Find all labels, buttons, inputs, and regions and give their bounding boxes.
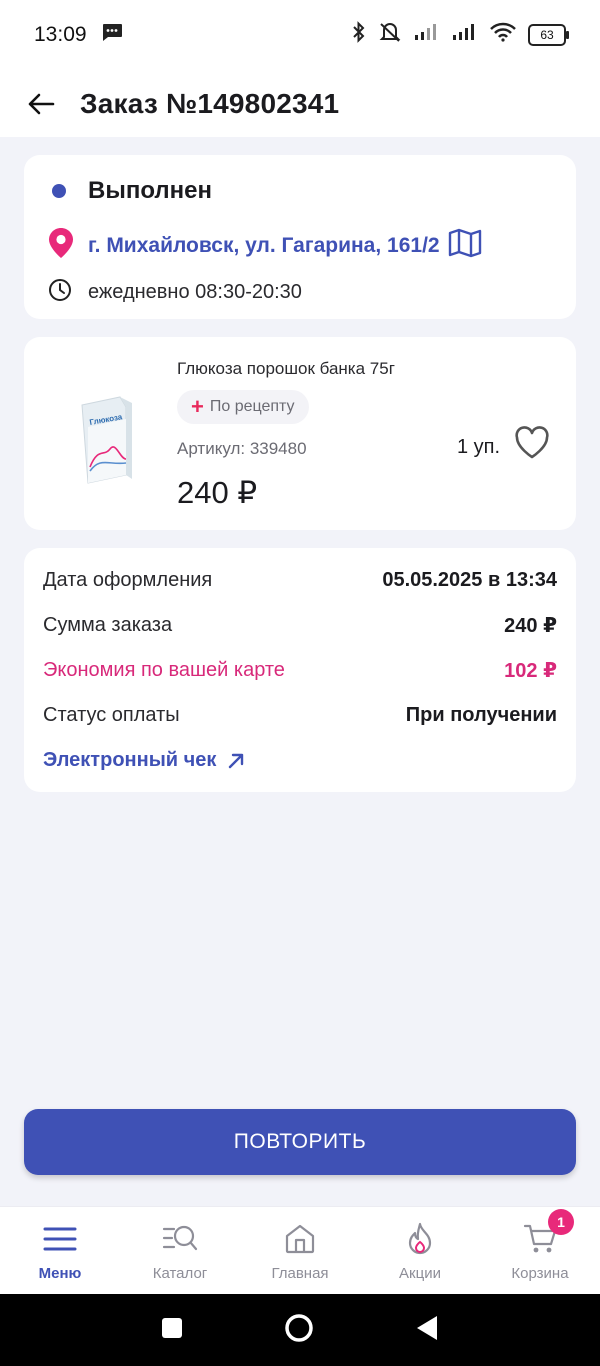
status-time: 13:09 [34,23,87,46]
back-button[interactable] [26,89,56,119]
payment-label: Статус оплаты [43,704,180,726]
nav-item-cart[interactable]: 1 Корзина [485,1208,595,1282]
nav-label-promotions: Акции [399,1264,441,1282]
external-link-arrow-icon [229,753,244,768]
nav-item-menu[interactable]: Меню [5,1221,115,1282]
cart-badge: 1 [548,1208,574,1235]
wifi-icon [490,22,516,48]
mute-icon [378,21,402,49]
home-icon [285,1224,315,1253]
sum-value: 240 ₽ [504,615,557,637]
order-status-card: Выполнен г. Михайловск, ул. Гагарина, 16… [24,155,576,319]
order-status: Выполнен [88,177,212,204]
detail-row-sum: Сумма заказа 240 ₽ [43,603,557,648]
product-image[interactable]: Глюкоза [68,367,168,497]
catalog-search-icon [162,1225,198,1250]
savings-value: 102 ₽ [504,660,557,682]
message-icon [101,23,123,47]
pharmacy-hours: ежедневно 08:30-20:30 [88,281,302,303]
app-header: Заказ №149802341 [0,70,600,137]
nav-label-menu: Меню [38,1264,82,1282]
map-icon[interactable] [448,228,482,263]
heart-icon [515,426,549,459]
e-receipt-label: Электронный чек [43,749,217,771]
detail-row-savings: Экономия по вашей карте 102 ₽ [43,648,557,693]
clock-icon [48,278,72,307]
bottom-nav: Меню Каталог Главная Акции 1 Корзина [0,1206,600,1295]
plus-icon: + [191,394,204,419]
product-quantity: 1 уп. [457,436,501,458]
home-system-button[interactable] [284,1313,314,1348]
savings-label: Экономия по вашей карте [43,659,285,681]
triangle-back-icon [417,1315,438,1340]
nav-item-catalog[interactable]: Каталог [125,1221,235,1282]
back-system-button[interactable] [415,1315,439,1346]
recent-apps-button[interactable] [161,1317,183,1344]
nav-item-promotions[interactable]: Акции [365,1221,475,1282]
flame-icon [408,1222,432,1254]
nav-label-catalog: Каталог [152,1264,208,1282]
date-value: 05.05.2025 в 13:34 [382,569,557,591]
status-bar: 13:09 63 [0,0,600,70]
battery-icon: 63 [528,24,569,46]
detail-row-payment: Статус оплаты При получении [43,693,557,738]
signal-icon-1 [414,23,440,47]
product-article: Артикул: 339480 [177,439,307,458]
arrow-left-icon [28,93,55,114]
nav-label-home: Главная [271,1264,329,1282]
circle-icon [285,1313,313,1342]
detail-row-date: Дата оформления 05.05.2025 в 13:34 [43,558,557,603]
date-label: Дата оформления [43,569,213,591]
square-icon [161,1317,182,1338]
menu-icon [43,1227,77,1250]
pharmacy-address[interactable]: г. Михайловск, ул. Гагарина, 161/2 [88,234,440,258]
product-price: 240 ₽ [177,475,258,510]
product-name[interactable]: Глюкоза порошок банка 75г [177,359,395,379]
order-details-card: Дата оформления 05.05.2025 в 13:34 Сумма… [24,548,576,792]
favorite-button[interactable] [514,426,550,462]
prescription-badge: + По рецепту [177,390,309,424]
status-dot [52,184,66,198]
repeat-order-button[interactable]: ПОВТОРИТЬ [24,1109,576,1175]
nav-label-cart: Корзина [511,1264,569,1282]
page-title: Заказ №149802341 [80,87,340,119]
product-card[interactable]: Глюкоза Глюкоза порошок банка 75г + По р… [24,337,576,530]
payment-value: При получении [405,704,557,726]
location-pin-icon [48,227,74,264]
nav-item-home[interactable]: Главная [245,1221,355,1282]
signal-icon-2 [452,23,478,47]
system-nav-bar [0,1294,600,1366]
sum-label: Сумма заказа [43,614,173,636]
bluetooth-icon [352,21,366,49]
prescription-label: По рецепту [209,398,295,415]
e-receipt-link[interactable]: Электронный чек [43,738,557,783]
